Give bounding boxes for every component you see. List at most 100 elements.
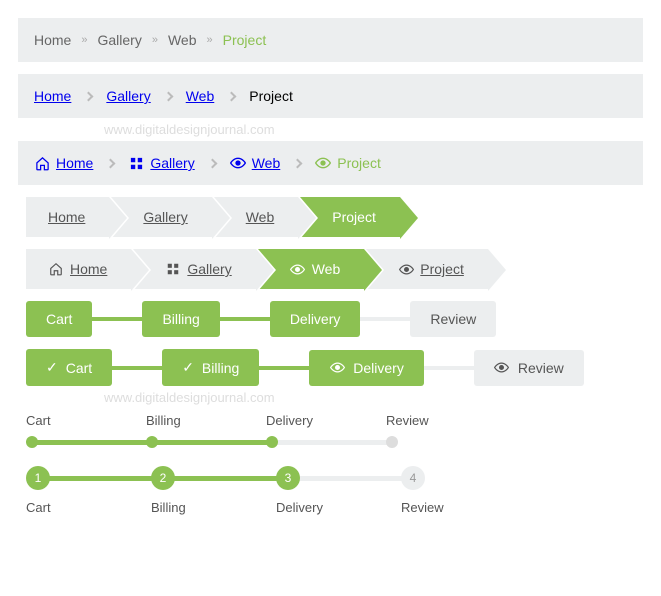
breadcrumb-chevron: Home Gallery Web Project bbox=[18, 74, 643, 118]
home-icon bbox=[48, 261, 64, 277]
dot-line bbox=[272, 440, 392, 445]
check-icon: ✓ bbox=[46, 359, 58, 376]
home-icon bbox=[34, 155, 50, 171]
step-connector bbox=[92, 317, 142, 321]
num-line bbox=[163, 476, 288, 481]
dot-item-delivery[interactable]: Delivery bbox=[266, 413, 386, 448]
dot-marker bbox=[386, 436, 398, 448]
num-item-cart[interactable]: 1 Cart bbox=[26, 466, 151, 515]
eye-icon bbox=[494, 360, 510, 376]
step-delivery[interactable]: Delivery bbox=[270, 301, 361, 337]
num-label: Billing bbox=[151, 500, 186, 515]
eye-icon bbox=[290, 261, 306, 277]
step-billing[interactable]: Billing bbox=[142, 301, 219, 337]
dot-marker bbox=[266, 436, 278, 448]
step-label: Delivery bbox=[353, 360, 404, 376]
eye-icon bbox=[315, 155, 331, 171]
dot-item-review[interactable]: Review bbox=[386, 413, 506, 448]
arrow-label: Gallery bbox=[187, 261, 231, 277]
num-line bbox=[288, 476, 413, 481]
quote-separator-icon: » bbox=[152, 34, 158, 46]
steps-numbers: 1 Cart 2 Billing 3 Delivery 4 Review bbox=[18, 466, 643, 515]
watermark-text: www.digitaldesignjournal.com bbox=[104, 390, 643, 405]
breadcrumb-link-web[interactable]: Web bbox=[168, 32, 197, 48]
step-cart[interactable]: Cart bbox=[26, 301, 92, 337]
step-connector bbox=[220, 317, 270, 321]
num-circle: 1 bbox=[26, 466, 50, 490]
breadcrumb-link-home[interactable]: Home bbox=[34, 32, 71, 48]
check-icon: ✓ bbox=[182, 359, 194, 376]
breadcrumb-quote: Home » Gallery » Web » Project bbox=[18, 18, 643, 62]
arrow-item-home[interactable]: Home bbox=[26, 249, 131, 289]
step-label: Cart bbox=[66, 360, 92, 376]
dot-line bbox=[152, 440, 272, 445]
num-circle: 3 bbox=[276, 466, 300, 490]
chevron-right-icon bbox=[84, 91, 94, 101]
num-circle: 2 bbox=[151, 466, 175, 490]
eye-icon bbox=[329, 360, 345, 376]
arrow-label: Project bbox=[420, 261, 464, 277]
steps-boxes-icons: ✓ Cart ✓ Billing Delivery Review bbox=[18, 349, 643, 386]
breadcrumb-link-gallery[interactable]: Gallery bbox=[97, 32, 141, 48]
arrow-item-gallery[interactable]: Gallery bbox=[133, 249, 255, 289]
breadcrumb-link-web[interactable]: Web bbox=[230, 155, 281, 171]
breadcrumb-label: Home bbox=[56, 155, 93, 171]
step-delivery[interactable]: Delivery bbox=[309, 350, 424, 386]
step-label: Review bbox=[518, 360, 564, 376]
breadcrumb-link-web[interactable]: Web bbox=[186, 88, 215, 104]
breadcrumb-current: Project bbox=[249, 88, 293, 104]
dot-label: Cart bbox=[26, 413, 51, 428]
quote-separator-icon: » bbox=[207, 34, 213, 46]
steps-boxes: Cart Billing Delivery Review bbox=[18, 301, 643, 337]
breadcrumb-link-gallery[interactable]: Gallery bbox=[128, 155, 194, 171]
step-label: Billing bbox=[202, 360, 239, 376]
arrow-item-home[interactable]: Home bbox=[26, 197, 109, 237]
dot-item-cart[interactable]: Cart bbox=[26, 413, 146, 448]
dot-label: Delivery bbox=[266, 413, 313, 428]
num-label: Delivery bbox=[276, 500, 323, 515]
chevron-right-icon bbox=[163, 91, 173, 101]
dot-item-billing[interactable]: Billing bbox=[146, 413, 266, 448]
num-label: Cart bbox=[26, 500, 51, 515]
arrow-label: Home bbox=[70, 261, 107, 277]
num-line bbox=[38, 476, 163, 481]
step-connector bbox=[112, 366, 162, 370]
quote-separator-icon: » bbox=[81, 34, 87, 46]
chevron-right-icon bbox=[227, 91, 237, 101]
step-connector bbox=[360, 317, 410, 321]
dot-marker bbox=[26, 436, 38, 448]
step-connector bbox=[259, 366, 309, 370]
breadcrumb-link-home[interactable]: Home bbox=[34, 155, 93, 171]
breadcrumb-icons: Home Gallery Web Project bbox=[18, 141, 643, 185]
breadcrumb-label: Gallery bbox=[150, 155, 194, 171]
grid-icon bbox=[128, 155, 144, 171]
steps-dots: Cart Billing Delivery Review bbox=[18, 409, 643, 448]
breadcrumb-label: Web bbox=[252, 155, 281, 171]
step-review[interactable]: Review bbox=[474, 350, 584, 386]
eye-icon bbox=[398, 261, 414, 277]
num-item-billing[interactable]: 2 Billing bbox=[151, 466, 276, 515]
num-circle: 4 bbox=[401, 466, 425, 490]
breadcrumb-link-gallery[interactable]: Gallery bbox=[106, 88, 150, 104]
step-cart[interactable]: ✓ Cart bbox=[26, 349, 112, 386]
grid-icon bbox=[165, 261, 181, 277]
dot-marker bbox=[146, 436, 158, 448]
num-label: Review bbox=[401, 500, 444, 515]
breadcrumb-arrows: Home Gallery Web Project bbox=[18, 197, 643, 237]
dot-label: Billing bbox=[146, 413, 181, 428]
breadcrumb-link-home[interactable]: Home bbox=[34, 88, 71, 104]
breadcrumb-current: Project bbox=[315, 155, 381, 171]
step-review[interactable]: Review bbox=[410, 301, 496, 337]
num-item-review[interactable]: 4 Review bbox=[401, 466, 526, 515]
dot-label: Review bbox=[386, 413, 429, 428]
step-connector bbox=[424, 366, 474, 370]
step-billing[interactable]: ✓ Billing bbox=[162, 349, 259, 386]
num-item-delivery[interactable]: 3 Delivery bbox=[276, 466, 401, 515]
dot-line bbox=[32, 440, 152, 445]
chevron-right-icon bbox=[207, 158, 217, 168]
arrow-item-project[interactable]: Project bbox=[366, 249, 488, 289]
breadcrumb-arrows-icons: Home Gallery Web Project bbox=[18, 249, 643, 289]
breadcrumb-label: Project bbox=[337, 155, 381, 171]
arrow-label: Web bbox=[312, 261, 341, 277]
chevron-right-icon bbox=[106, 158, 116, 168]
